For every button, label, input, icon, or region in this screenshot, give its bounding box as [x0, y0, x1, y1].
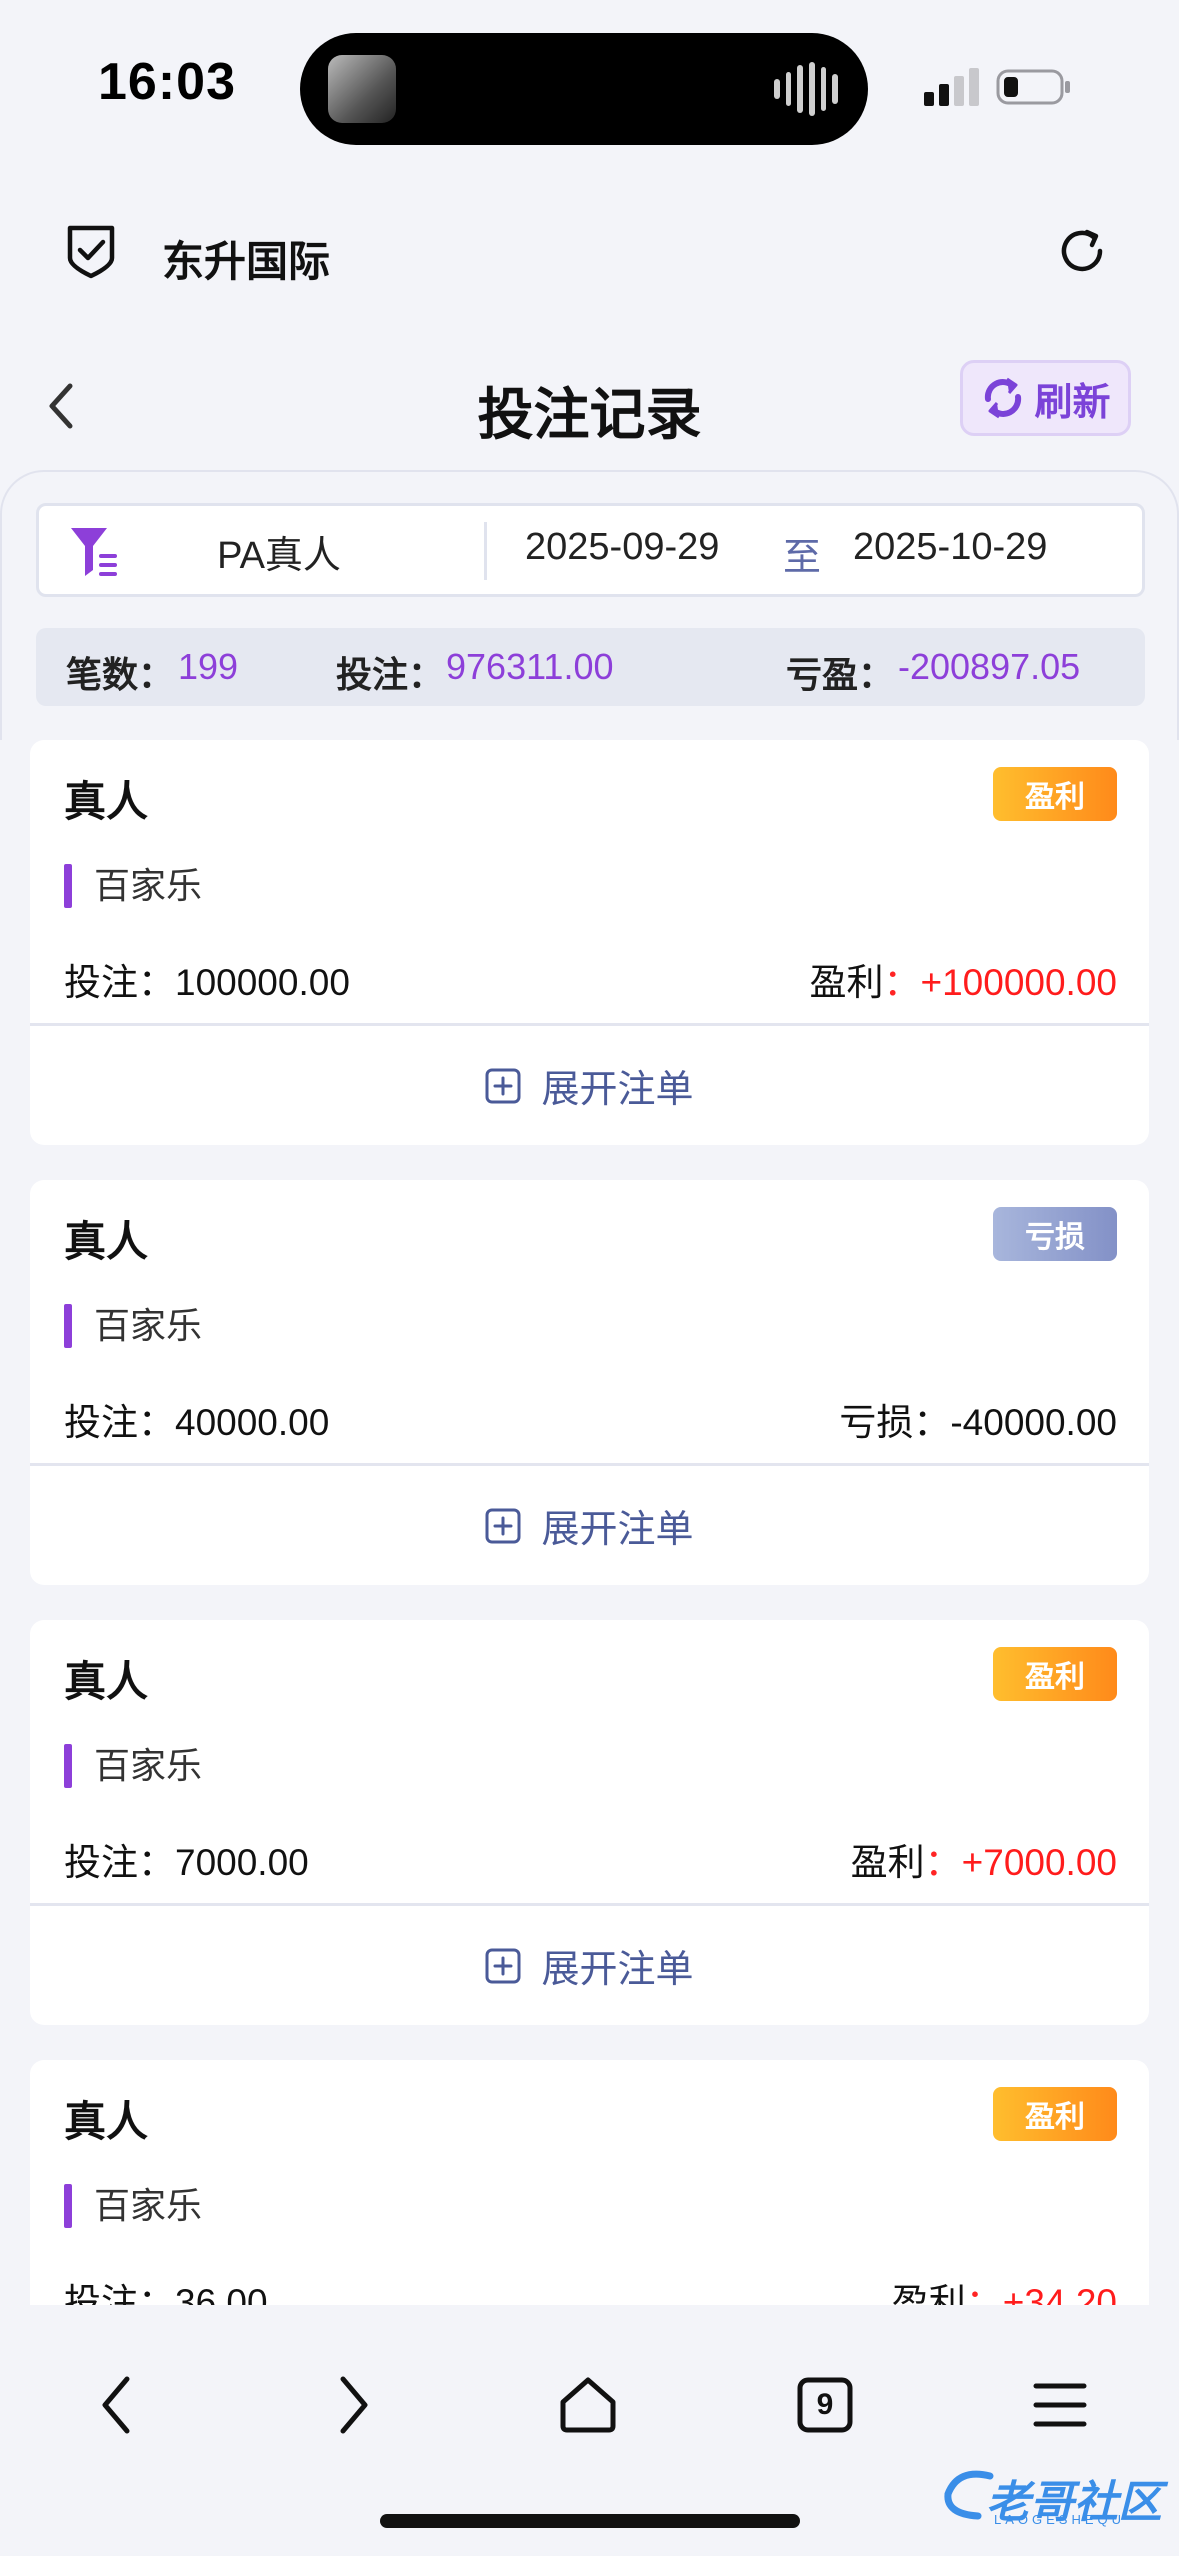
now-playing-artwork — [328, 55, 396, 123]
start-date-field[interactable]: 2025-09-29 — [525, 526, 719, 569]
browser-forward-button[interactable] — [312, 2365, 392, 2445]
browser-tabs-button[interactable]: 9 — [785, 2365, 865, 2445]
record-game: 百家乐 — [64, 1744, 202, 1788]
result-label: 盈利 — [850, 1842, 925, 1883]
shield-check-icon — [67, 225, 115, 279]
watermark-logo: 老哥社区 LAOGESHEQU — [938, 2460, 1168, 2530]
record-bet: 投注：100000.00 — [64, 952, 350, 1006]
cellular-signal-icon — [924, 68, 979, 106]
plus-square-icon — [485, 1508, 521, 1543]
filter-box[interactable]: PA真人 2025-09-29 至 2025-10-29 — [36, 503, 1145, 597]
result-colon: ： — [924, 1842, 962, 1883]
pnl-value: -200897.05 — [898, 646, 1081, 687]
home-indicator — [380, 2514, 800, 2528]
browser-home-button[interactable] — [548, 2365, 628, 2445]
reload-icon[interactable] — [1053, 222, 1111, 280]
bet-label: 投注： — [64, 1842, 175, 1883]
result-amount: +34.20 — [1002, 2282, 1117, 2305]
page-nav-bar: 投注记录 刷新 — [0, 340, 1179, 470]
plus-square-icon — [485, 1948, 521, 1983]
browser-site-bar: 东升国际 — [0, 200, 1179, 310]
site-name: 东升国际 — [162, 238, 331, 285]
bet-label: 投注： — [64, 962, 175, 1003]
expand-bet-button[interactable]: 展开注单 — [30, 1906, 1149, 2025]
home-icon — [560, 2377, 616, 2433]
result-colon: ： — [965, 2282, 1003, 2305]
status-badge: 盈利 — [993, 1647, 1117, 1701]
bet-amount: 36.00 — [175, 2282, 268, 2305]
watermark-subtext: LAOGESHEQU — [994, 2512, 1126, 2527]
tab-count: 9 — [816, 2388, 834, 2421]
browser-back-button[interactable] — [78, 2365, 158, 2445]
bet-total-value: 976311.00 — [446, 646, 614, 687]
record-result: 盈利：+7000.00 — [851, 1832, 1117, 1886]
record-game: 百家乐 — [64, 1304, 202, 1348]
bet-amount: 40000.00 — [175, 1402, 330, 1443]
refresh-label: 刷新 — [1034, 381, 1111, 424]
status-badge: 盈利 — [993, 2087, 1117, 2141]
record-bet: 投注：40000.00 — [64, 1392, 329, 1446]
result-amount: +100000.00 — [920, 962, 1117, 1003]
record-result: 盈利：+34.20 — [892, 2272, 1117, 2305]
status-bar: 16:03 — [0, 0, 1179, 175]
result-amount: -40000.00 — [950, 1402, 1117, 1443]
dynamic-island — [300, 33, 868, 145]
record-game: 百家乐 — [64, 864, 202, 908]
expand-label: 展开注单 — [541, 1509, 694, 1551]
summary-bar: 笔数： 199 投注： 976311.00 亏盈： -200897.05 — [36, 628, 1145, 706]
game-filter-select[interactable]: PA真人 — [179, 524, 379, 579]
status-badge: 盈利 — [993, 767, 1117, 821]
pnl-label: 亏盈： — [786, 654, 895, 695]
record-type: 真人 — [64, 2098, 149, 2145]
record-type: 真人 — [64, 1218, 149, 1265]
record-type: 真人 — [64, 778, 149, 825]
bet-record-card: 真人 盈利 百家乐 投注：100000.00 盈利：+100000.00 展开注… — [30, 740, 1149, 1145]
result-label: 亏损 — [839, 1402, 914, 1443]
date-range-separator: 至 — [783, 537, 822, 579]
expand-label: 展开注单 — [541, 1069, 694, 1111]
expand-bet-button[interactable]: 展开注单 — [30, 1026, 1149, 1145]
result-amount: +7000.00 — [961, 1842, 1117, 1883]
sync-icon — [985, 377, 1022, 419]
menu-icon — [1033, 2383, 1087, 2427]
filter-divider — [484, 522, 487, 580]
chevron-right-icon — [340, 2376, 368, 2434]
result-colon: ： — [883, 962, 921, 1003]
plus-square-icon — [485, 1068, 521, 1103]
battery-icon — [996, 69, 1070, 105]
count-value: 199 — [178, 646, 239, 687]
result-label: 盈利 — [809, 962, 884, 1003]
status-time: 16:03 — [98, 53, 236, 111]
record-game: 百家乐 — [64, 2184, 202, 2228]
bet-total-label: 投注： — [336, 654, 445, 695]
record-bet: 投注：7000.00 — [64, 1832, 309, 1886]
record-bet: 投注：36.00 — [64, 2272, 268, 2305]
browser-menu-button[interactable] — [1020, 2365, 1100, 2445]
expand-bet-button[interactable]: 展开注单 — [30, 1466, 1149, 1585]
refresh-button[interactable]: 刷新 — [960, 360, 1131, 436]
bet-record-list: 真人 盈利 百家乐 投注：100000.00 盈利：+100000.00 展开注… — [0, 740, 1179, 2305]
result-label: 盈利 — [891, 2282, 966, 2305]
count-label: 笔数： — [66, 654, 175, 695]
record-type: 真人 — [64, 1658, 149, 1705]
record-result: 盈利：+100000.00 — [809, 952, 1117, 1006]
end-date-field[interactable]: 2025-10-29 — [853, 526, 1047, 569]
bet-amount: 100000.00 — [175, 962, 350, 1003]
bet-amount: 7000.00 — [175, 1842, 309, 1883]
expand-label: 展开注单 — [541, 1949, 694, 1991]
bet-record-card: 真人 盈利 百家乐 投注：36.00 盈利：+34.20 — [30, 2060, 1149, 2305]
record-result: 亏损：-40000.00 — [839, 1392, 1117, 1446]
bet-label: 投注： — [64, 2282, 175, 2305]
result-colon: ： — [913, 1402, 951, 1443]
bet-record-card: 真人 盈利 百家乐 投注：7000.00 盈利：+7000.00 展开注单 — [30, 1620, 1149, 2025]
status-badge: 亏损 — [993, 1207, 1117, 1261]
bet-label: 投注： — [64, 1402, 175, 1443]
chevron-left-icon — [102, 2376, 130, 2434]
filter-icon[interactable] — [69, 524, 121, 580]
bet-record-card: 真人 亏损 百家乐 投注：40000.00 亏损：-40000.00 展开注单 — [30, 1180, 1149, 1585]
audio-wave-icon — [774, 61, 839, 117]
